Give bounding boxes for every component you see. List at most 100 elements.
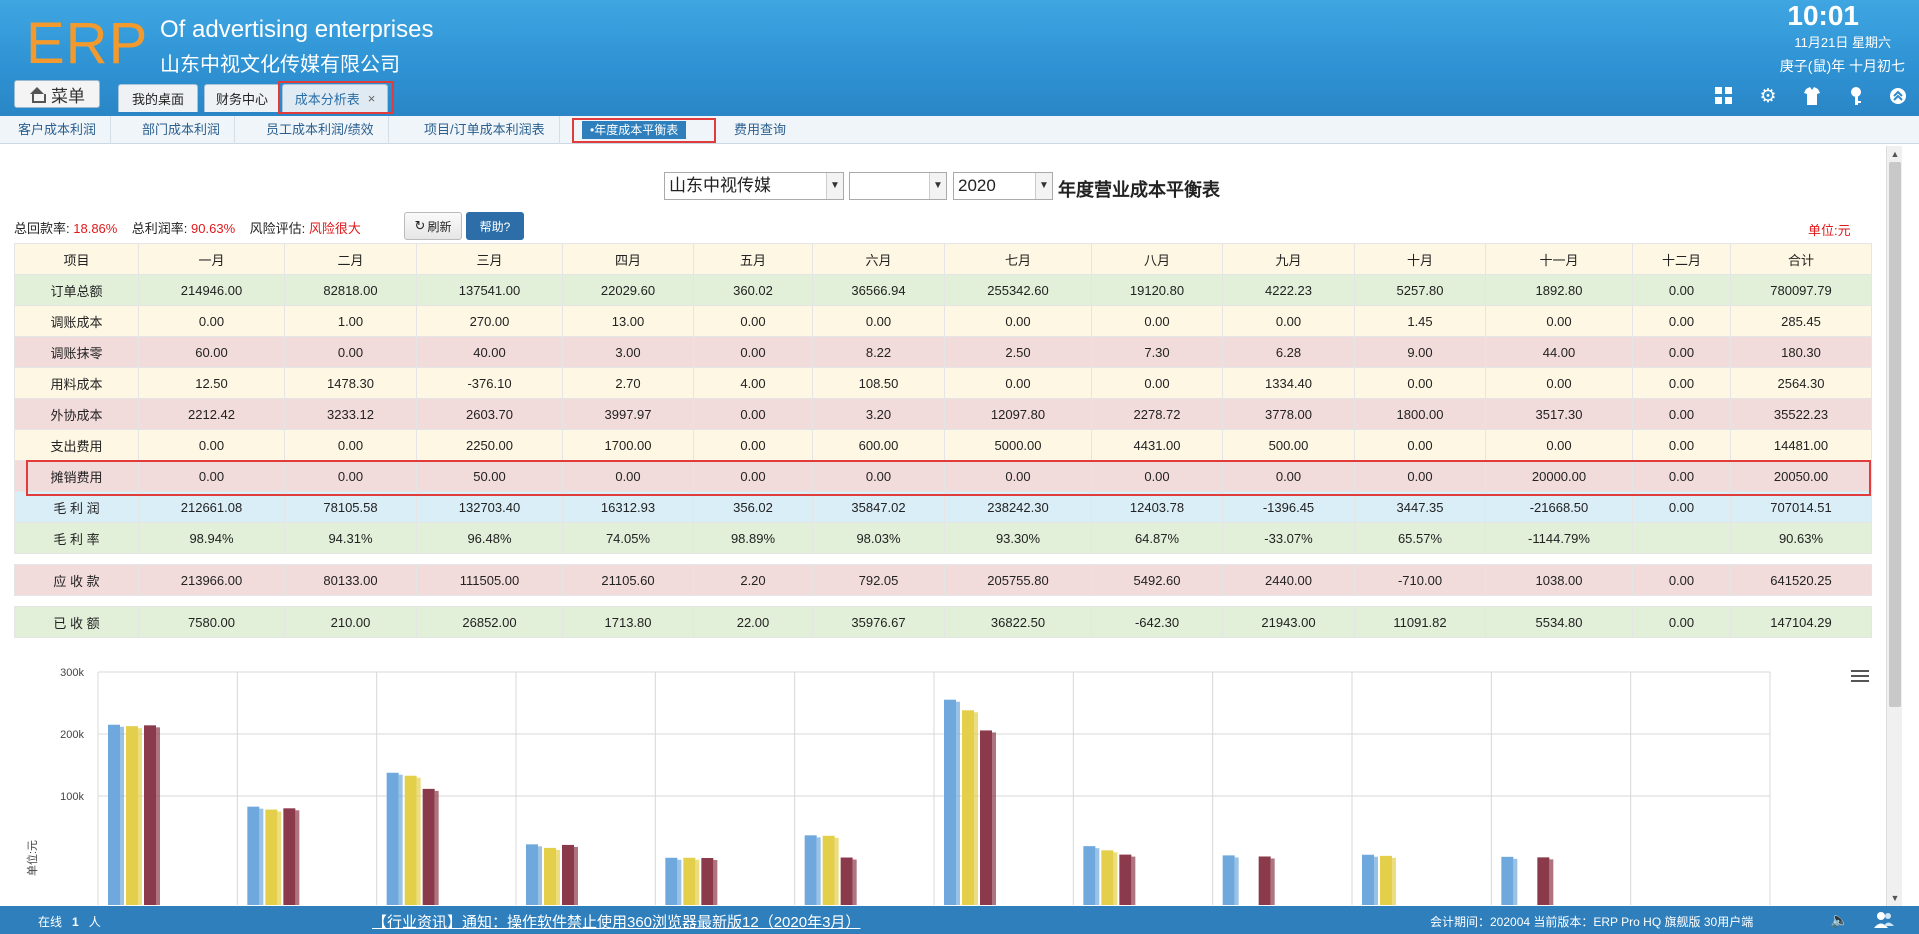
column-header: 四月 [562, 243, 694, 275]
table-cell: 3447.35 [1354, 491, 1486, 523]
table-cell: 3.20 [812, 398, 945, 430]
chart-bar-side [677, 859, 682, 905]
company-name-cn: 山东中视文化传媒有限公司 [160, 54, 400, 76]
menu-label: 菜单 [51, 86, 85, 106]
vertical-scrollbar[interactable]: ▲ ▼ [1886, 146, 1902, 906]
menu-button[interactable]: 菜单 [14, 80, 100, 108]
subnav-annual-balance[interactable]: •年度成本平衡表 [582, 121, 687, 139]
help-button[interactable]: 帮助? [466, 212, 524, 240]
chart-bar [683, 857, 696, 905]
table-cell: 35522.23 [1730, 398, 1872, 430]
sub-navigation: 客户成本利润 部门成本利润 员工成本利润/绩效 项目/订单成本利润表 •年度成本… [0, 116, 1919, 144]
chart-bar [1380, 855, 1392, 905]
row-label: 用料成本 [14, 367, 139, 399]
chevron-down-icon: ▼ [1035, 173, 1052, 199]
table-cell: 35847.02 [812, 491, 945, 523]
close-icon[interactable]: × [368, 91, 376, 106]
scroll-down-icon[interactable]: ▼ [1889, 892, 1901, 904]
company-select[interactable]: 山东中视传媒 ▼ [664, 172, 844, 200]
table-cell: 0.00 [1632, 491, 1731, 523]
column-header: 合计 [1730, 243, 1872, 275]
y-axis-label: 单位:元 [25, 840, 39, 876]
refresh-label: 刷新 [427, 219, 452, 234]
table-cell: 93.30% [944, 522, 1092, 554]
chart-bar-side [956, 701, 960, 905]
table-cell: 5492.60 [1091, 564, 1223, 596]
table-row: 应 收 款 213966.00 80133.00 111505.00 21105.60 2… [14, 564, 1872, 596]
table-cell: 238242.30 [944, 491, 1092, 523]
online-label: 在线 [38, 915, 63, 929]
help-label: 帮助? [479, 219, 511, 234]
chevron-down-icon: ▼ [929, 173, 946, 199]
table-cell: 641520.25 [1730, 564, 1872, 596]
table-cell: 26852.00 [416, 606, 563, 638]
table-cell: 0.00 [944, 305, 1092, 337]
gear-icon[interactable]: ⚙ [1757, 86, 1779, 108]
table-cell: 213966.00 [138, 564, 285, 596]
scroll-thumb[interactable] [1889, 162, 1901, 707]
recovery-rate-label: 总回款率: [14, 221, 70, 236]
table-cell: 212661.08 [138, 491, 285, 523]
table-cell: 2278.72 [1091, 398, 1223, 430]
chart-bar [144, 725, 156, 905]
risk-value: 风险很大 [308, 221, 361, 236]
table-row: 调账抹零 60.00 0.00 40.00 3.00 0.00 8.22 2.50 7.30 6.… [14, 336, 1872, 368]
table-row: 支出费用 0.00 0.00 2250.00 1700.00 0.00 600.00 5000… [14, 429, 1872, 461]
table-cell: 780097.79 [1730, 274, 1872, 306]
table-cell: 0.00 [1485, 429, 1633, 461]
grid-icon[interactable] [1713, 86, 1735, 108]
subnav-employee-profit[interactable]: 员工成本利润/绩效 [252, 116, 389, 144]
table-cell: 22.00 [693, 606, 813, 638]
tab-my-desktop[interactable]: 我的桌面 [118, 84, 198, 112]
users-icon[interactable] [1874, 911, 1894, 933]
tab-cost-analysis[interactable]: 成本分析表 × [282, 84, 388, 112]
tab-finance-center[interactable]: 财务中心 [204, 84, 280, 112]
table-cell: 0.00 [1222, 460, 1355, 492]
chart-bar [1362, 854, 1374, 905]
chevron-down-icon: ▼ [826, 173, 843, 199]
table-cell: 0.00 [693, 305, 813, 337]
chart-bar-side [852, 859, 857, 905]
collapse-icon[interactable] [1887, 86, 1909, 108]
column-header: 项目 [14, 243, 139, 275]
table-cell: 4222.23 [1222, 274, 1355, 306]
table-cell: 5257.80 [1354, 274, 1486, 306]
subnav-expense-query[interactable]: 费用查询 [720, 116, 800, 144]
table-cell: 0.00 [812, 460, 945, 492]
chart-bar-side [1513, 858, 1518, 905]
subnav-customer-profit[interactable]: 客户成本利润 [4, 116, 112, 144]
chart-bar [265, 809, 278, 905]
table-cell [1632, 522, 1731, 554]
table-cell: 205755.80 [944, 564, 1092, 596]
table-row: 摊销费用 0.00 0.00 50.00 0.00 0.00 0.00 0.00 0.00 0.0… [14, 460, 1872, 492]
subnav-department-profit[interactable]: 部门成本利润 [128, 116, 236, 144]
table-cell: 21943.00 [1222, 606, 1355, 638]
chart-bar-side [277, 811, 282, 905]
chart-bar [962, 710, 974, 905]
table-row: 外协成本 2212.42 3233.12 2603.70 3997.97 0.00 3.20… [14, 398, 1872, 430]
table-cell: 792.05 [812, 564, 945, 596]
chart-bar [665, 857, 678, 905]
subnav-project-profit[interactable]: 项目/订单成本利润表 [410, 116, 560, 144]
date-display: 11月21日 星期六 [1794, 35, 1891, 50]
table-cell: 1478.30 [284, 367, 417, 399]
refresh-button[interactable]: ↻ 刷新 [404, 212, 462, 240]
table-cell: 94.31% [284, 522, 417, 554]
year-select[interactable]: 2020 ▼ [953, 172, 1053, 200]
shirt-icon[interactable] [1801, 86, 1823, 108]
year-select-value: 2020 [958, 176, 996, 195]
row-label: 调账成本 [14, 305, 139, 337]
month-select[interactable]: ▼ [849, 172, 947, 200]
chart-bar [1222, 855, 1235, 905]
bar-chart: 100k 200k 300k 单位:元 [25, 667, 1771, 905]
speaker-icon[interactable]: 🔈 [1830, 911, 1849, 929]
key-icon[interactable] [1845, 86, 1867, 108]
table-cell: 3.00 [562, 336, 694, 368]
scroll-up-icon[interactable]: ▲ [1889, 148, 1901, 160]
chart-bar [283, 808, 296, 905]
table-row: 毛 利 率 98.94% 94.31% 96.48% 74.05% 98.89% 98.03… [14, 522, 1872, 554]
chart-bar [1258, 856, 1271, 905]
table-cell: 2.50 [944, 336, 1092, 368]
notice-link[interactable]: 【行业资讯】通知：操作软件禁止使用360浏览器最新版12（2020年3月） [372, 911, 860, 932]
table-cell: 1.00 [284, 305, 417, 337]
